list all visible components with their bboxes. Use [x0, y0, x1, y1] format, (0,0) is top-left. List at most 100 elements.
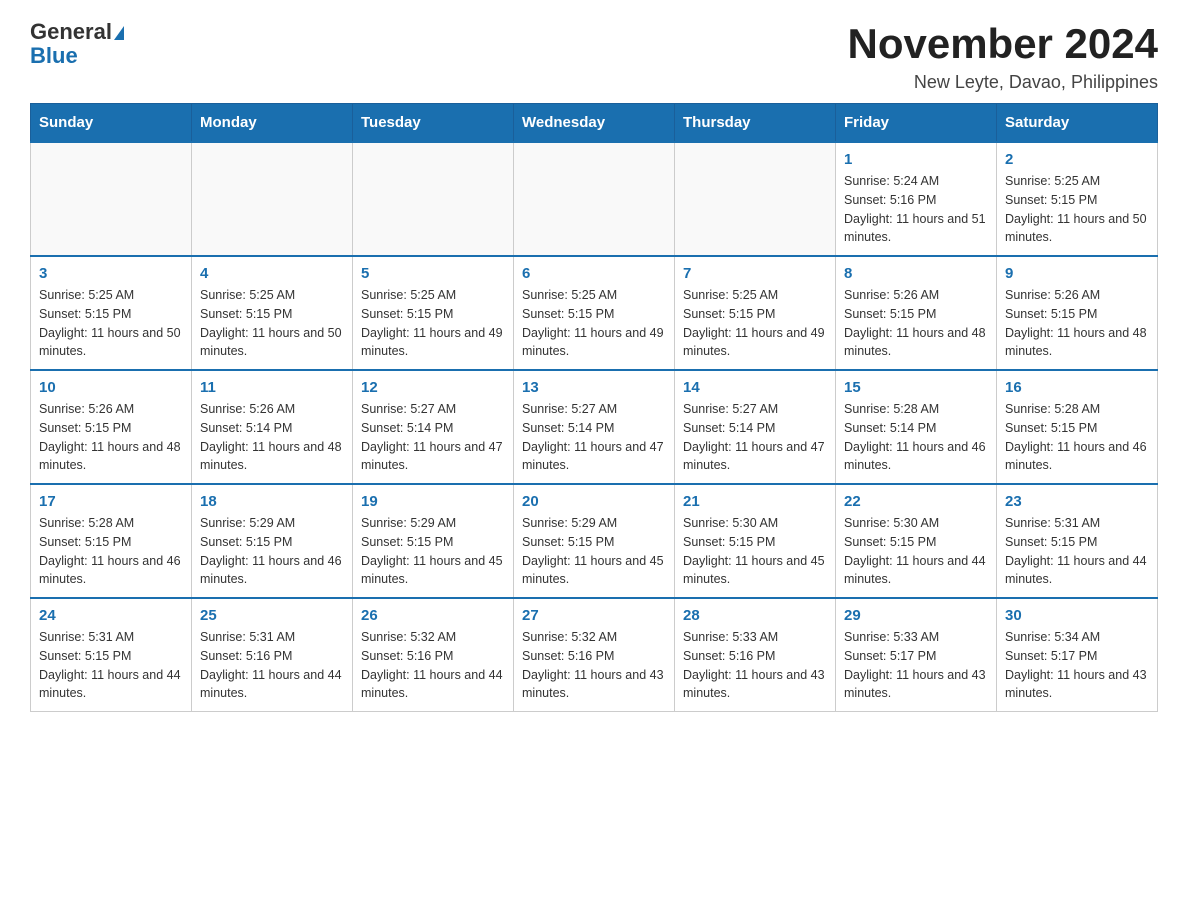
day-number: 10	[39, 379, 183, 396]
day-info: Sunrise: 5:25 AMSunset: 5:15 PMDaylight:…	[683, 286, 827, 361]
calendar-cell: 21 Sunrise: 5:30 AMSunset: 5:15 PMDayligh…	[675, 484, 836, 598]
day-info: Sunrise: 5:28 AMSunset: 5:15 PMDaylight:…	[1005, 400, 1149, 475]
logo: General Blue	[30, 20, 124, 68]
calendar-cell: 8 Sunrise: 5:26 AMSunset: 5:15 PMDaylight…	[836, 256, 997, 370]
day-info: Sunrise: 5:29 AMSunset: 5:15 PMDaylight:…	[522, 514, 666, 589]
day-info: Sunrise: 5:29 AMSunset: 5:15 PMDaylight:…	[361, 514, 505, 589]
day-number: 23	[1005, 493, 1149, 510]
day-number: 5	[361, 265, 505, 282]
day-number: 4	[200, 265, 344, 282]
calendar-cell: 27Sunrise: 5:32 AMSunset: 5:16 PMDayligh…	[514, 598, 675, 712]
week-row-3: 10 Sunrise: 5:26 AMSunset: 5:15 PMDayligh…	[31, 370, 1158, 484]
calendar-cell: 24 Sunrise: 5:31 AMSunset: 5:15 PMDayligh…	[31, 598, 192, 712]
day-number: 20	[522, 493, 666, 510]
day-number: 30	[1005, 607, 1149, 624]
day-info: Sunrise: 5:25 AMSunset: 5:15 PMDaylight:…	[522, 286, 666, 361]
week-row-5: 24 Sunrise: 5:31 AMSunset: 5:15 PMDayligh…	[31, 598, 1158, 712]
header-sunday: Sunday	[31, 104, 192, 143]
logo-blue-text: Blue	[30, 44, 124, 68]
week-row-1: 1Sunrise: 5:24 AMSunset: 5:16 PMDaylight…	[31, 142, 1158, 256]
day-info: Sunrise: 5:34 AMSunset: 5:17 PMDaylight:…	[1005, 628, 1149, 703]
logo-triangle-icon	[114, 26, 124, 40]
day-number: 14	[683, 379, 827, 396]
calendar-cell: 13Sunrise: 5:27 AMSunset: 5:14 PMDayligh…	[514, 370, 675, 484]
day-number: 16	[1005, 379, 1149, 396]
day-number: 28	[683, 607, 827, 624]
header-wednesday: Wednesday	[514, 104, 675, 143]
calendar-cell: 20 Sunrise: 5:29 AMSunset: 5:15 PMDayligh…	[514, 484, 675, 598]
calendar-cell: 17 Sunrise: 5:28 AMSunset: 5:15 PMDayligh…	[31, 484, 192, 598]
day-number: 11	[200, 379, 344, 396]
calendar-cell: 11 Sunrise: 5:26 AMSunset: 5:14 PMDayligh…	[192, 370, 353, 484]
day-info: Sunrise: 5:26 AMSunset: 5:15 PMDaylight:…	[39, 400, 183, 475]
calendar-cell: 15 Sunrise: 5:28 AMSunset: 5:14 PMDayligh…	[836, 370, 997, 484]
day-number: 15	[844, 379, 988, 396]
calendar-cell: 7 Sunrise: 5:25 AMSunset: 5:15 PMDaylight…	[675, 256, 836, 370]
day-number: 19	[361, 493, 505, 510]
calendar-cell: 19 Sunrise: 5:29 AMSunset: 5:15 PMDayligh…	[353, 484, 514, 598]
calendar-cell: 18Sunrise: 5:29 AMSunset: 5:15 PMDayligh…	[192, 484, 353, 598]
day-info: Sunrise: 5:33 AMSunset: 5:16 PMDaylight:…	[683, 628, 827, 703]
day-info: Sunrise: 5:25 AMSunset: 5:15 PMDaylight:…	[1005, 172, 1149, 247]
day-number: 13	[522, 379, 666, 396]
calendar-table: SundayMondayTuesdayWednesdayThursdayFrid…	[30, 103, 1158, 712]
day-info: Sunrise: 5:30 AMSunset: 5:15 PMDaylight:…	[683, 514, 827, 589]
logo-general-line: General	[30, 20, 124, 44]
day-number: 2	[1005, 151, 1149, 168]
title-block: November 2024 New Leyte, Davao, Philippi…	[847, 20, 1158, 93]
day-info: Sunrise: 5:26 AMSunset: 5:14 PMDaylight:…	[200, 400, 344, 475]
header-monday: Monday	[192, 104, 353, 143]
header-friday: Friday	[836, 104, 997, 143]
day-number: 22	[844, 493, 988, 510]
day-info: Sunrise: 5:31 AMSunset: 5:15 PMDaylight:…	[1005, 514, 1149, 589]
calendar-cell	[514, 142, 675, 256]
day-info: Sunrise: 5:26 AMSunset: 5:15 PMDaylight:…	[1005, 286, 1149, 361]
day-info: Sunrise: 5:28 AMSunset: 5:15 PMDaylight:…	[39, 514, 183, 589]
day-number: 21	[683, 493, 827, 510]
day-number: 6	[522, 265, 666, 282]
day-number: 9	[1005, 265, 1149, 282]
day-info: Sunrise: 5:27 AMSunset: 5:14 PMDaylight:…	[683, 400, 827, 475]
day-info: Sunrise: 5:29 AMSunset: 5:15 PMDaylight:…	[200, 514, 344, 589]
day-info: Sunrise: 5:31 AMSunset: 5:16 PMDaylight:…	[200, 628, 344, 703]
day-info: Sunrise: 5:28 AMSunset: 5:14 PMDaylight:…	[844, 400, 988, 475]
day-info: Sunrise: 5:25 AMSunset: 5:15 PMDaylight:…	[200, 286, 344, 361]
day-info: Sunrise: 5:31 AMSunset: 5:15 PMDaylight:…	[39, 628, 183, 703]
day-number: 27	[522, 607, 666, 624]
calendar-cell: 5 Sunrise: 5:25 AMSunset: 5:15 PMDaylight…	[353, 256, 514, 370]
day-info: Sunrise: 5:30 AMSunset: 5:15 PMDaylight:…	[844, 514, 988, 589]
calendar-title: November 2024	[847, 20, 1158, 68]
week-row-4: 17 Sunrise: 5:28 AMSunset: 5:15 PMDayligh…	[31, 484, 1158, 598]
calendar-cell: 6 Sunrise: 5:25 AMSunset: 5:15 PMDaylight…	[514, 256, 675, 370]
calendar-cell: 12Sunrise: 5:27 AMSunset: 5:14 PMDayligh…	[353, 370, 514, 484]
calendar-cell	[192, 142, 353, 256]
calendar-cell	[675, 142, 836, 256]
calendar-cell: 23 Sunrise: 5:31 AMSunset: 5:15 PMDayligh…	[997, 484, 1158, 598]
calendar-cell: 14 Sunrise: 5:27 AMSunset: 5:14 PMDayligh…	[675, 370, 836, 484]
day-number: 12	[361, 379, 505, 396]
day-number: 7	[683, 265, 827, 282]
calendar-cell: 26 Sunrise: 5:32 AMSunset: 5:16 PMDayligh…	[353, 598, 514, 712]
calendar-cell: 25Sunrise: 5:31 AMSunset: 5:16 PMDayligh…	[192, 598, 353, 712]
day-number: 3	[39, 265, 183, 282]
day-number: 8	[844, 265, 988, 282]
day-info: Sunrise: 5:25 AMSunset: 5:15 PMDaylight:…	[39, 286, 183, 361]
calendar-subtitle: New Leyte, Davao, Philippines	[847, 72, 1158, 93]
day-number: 17	[39, 493, 183, 510]
calendar-cell: 16 Sunrise: 5:28 AMSunset: 5:15 PMDayligh…	[997, 370, 1158, 484]
calendar-cell	[31, 142, 192, 256]
day-info: Sunrise: 5:32 AMSunset: 5:16 PMDaylight:…	[361, 628, 505, 703]
calendar-cell: 4 Sunrise: 5:25 AMSunset: 5:15 PMDaylight…	[192, 256, 353, 370]
day-info: Sunrise: 5:25 AMSunset: 5:15 PMDaylight:…	[361, 286, 505, 361]
week-row-2: 3 Sunrise: 5:25 AMSunset: 5:15 PMDaylight…	[31, 256, 1158, 370]
calendar-cell: 30 Sunrise: 5:34 AMSunset: 5:17 PMDayligh…	[997, 598, 1158, 712]
calendar-cell: 2 Sunrise: 5:25 AMSunset: 5:15 PMDaylight…	[997, 142, 1158, 256]
day-number: 26	[361, 607, 505, 624]
header-saturday: Saturday	[997, 104, 1158, 143]
day-number: 1	[844, 151, 988, 168]
day-info: Sunrise: 5:26 AMSunset: 5:15 PMDaylight:…	[844, 286, 988, 361]
calendar-header-row: SundayMondayTuesdayWednesdayThursdayFrid…	[31, 104, 1158, 143]
calendar-cell: 29Sunrise: 5:33 AMSunset: 5:17 PMDayligh…	[836, 598, 997, 712]
day-number: 24	[39, 607, 183, 624]
header-tuesday: Tuesday	[353, 104, 514, 143]
